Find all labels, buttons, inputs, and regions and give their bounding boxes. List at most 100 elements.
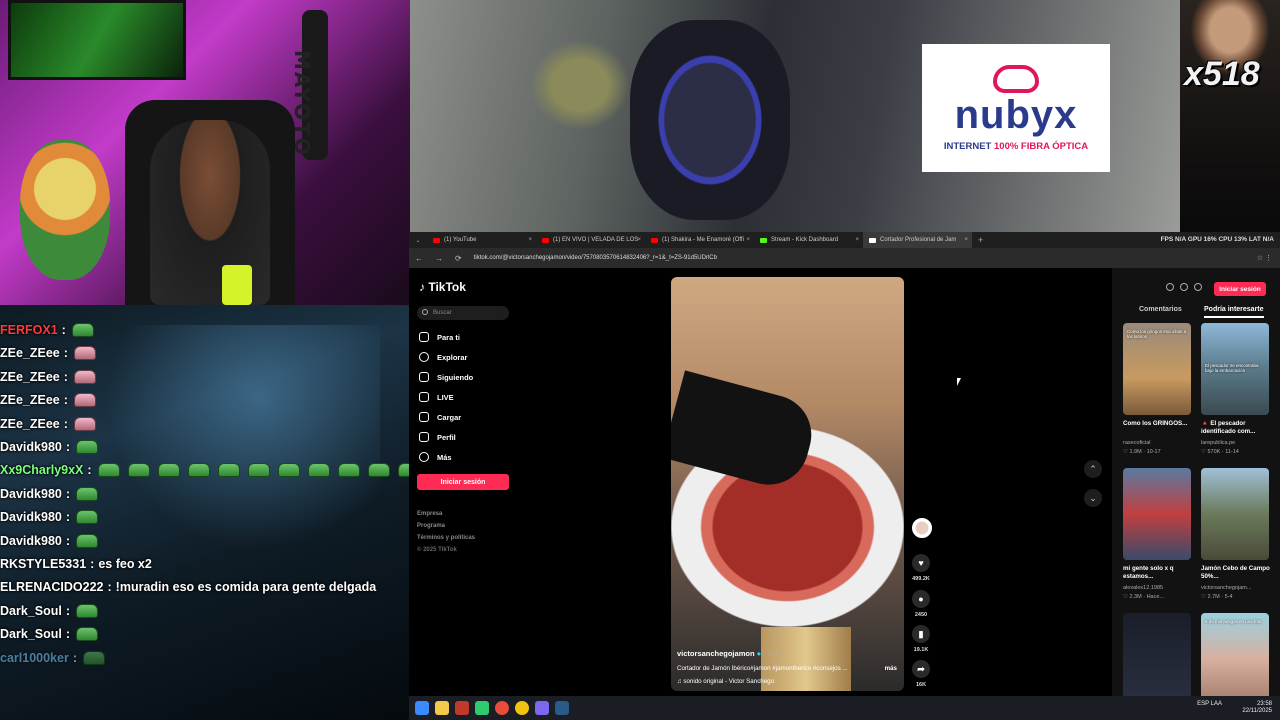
device-icon[interactable] [1180, 283, 1188, 291]
forward-icon[interactable]: → [435, 254, 443, 263]
recommended-author[interactable]: rasecoficial [1123, 440, 1195, 446]
recommended-thumbnail[interactable]: 5 de mis amigos en una foto [1201, 613, 1269, 705]
video-author[interactable]: victorsanchegojamon ● · 11-6 [677, 649, 782, 658]
sidebar-item-cargar[interactable]: Cargar [419, 412, 461, 422]
sidebar-item-más[interactable]: Más [419, 452, 452, 462]
bookmark-icon[interactable]: ▮ [912, 625, 930, 643]
search-input[interactable]: Buscar [417, 306, 509, 320]
sidebar-item-explorar[interactable]: Explorar [419, 352, 467, 362]
footer-link[interactable]: Programa [417, 523, 445, 529]
chat-text: es feo x2 [98, 557, 152, 571]
back-icon[interactable]: ← [415, 254, 423, 263]
recommended-author[interactable]: alexalex12.1985 [1123, 585, 1195, 591]
tab-comments[interactable]: Comentarios [1139, 306, 1182, 313]
chat-username[interactable]: ZEe_ZEee [0, 370, 60, 384]
share-action[interactable]: ➦ 16K [912, 660, 930, 688]
recommended-thumbnail[interactable] [1123, 468, 1191, 560]
chat-username[interactable]: Dark_Soul [0, 627, 62, 641]
media-icon[interactable] [475, 701, 489, 715]
sidebar-item-siguiendo[interactable]: Siguiendo [419, 372, 473, 382]
sidebar-item-para-ti[interactable]: Para ti [419, 332, 460, 342]
chat-username[interactable]: ZEe_ZEee [0, 393, 60, 407]
reload-icon[interactable]: ⟳ [455, 254, 462, 263]
recommended-thumbnail[interactable] [1201, 468, 1269, 560]
recommended-thumbnail[interactable]: Como los gringos escuchan a los latinos [1123, 323, 1191, 415]
language-indicator[interactable]: ESP LAA [1197, 701, 1222, 708]
recommended-caption[interactable]: Jamón Cebo de Campo 50%... [1201, 565, 1273, 581]
browser-tab[interactable]: (1) YouTube × [427, 232, 536, 248]
chat-emote [73, 416, 96, 431]
recommended-thumbnail[interactable] [1123, 613, 1191, 705]
close-icon[interactable]: × [637, 237, 641, 243]
chat-username[interactable]: Dark_Soul [0, 604, 62, 618]
chrome-icon[interactable] [515, 701, 529, 715]
chat-message: ZEe_ZEee: [0, 413, 98, 435]
close-icon[interactable]: × [746, 237, 750, 243]
footer-link[interactable]: Empresa [417, 511, 442, 517]
sidebar-item-perfil[interactable]: Perfil [419, 432, 456, 442]
nav-icon [419, 332, 429, 342]
heart-icon[interactable]: ♥ [912, 554, 930, 572]
previous-video-button[interactable]: ⌃ [1084, 460, 1102, 478]
windows-start-icon[interactable] [415, 701, 429, 715]
chat-username[interactable]: ZEe_ZEee [0, 346, 60, 360]
sidebar-item-live[interactable]: LIVE [419, 392, 454, 402]
system-clock[interactable]: 23:58 22/11/2025 [1242, 701, 1272, 715]
comment-icon[interactable]: ● [912, 590, 930, 608]
chat-username[interactable]: Xx9Charly9xX [0, 463, 83, 477]
tab-list-icon[interactable]: ⌄ [409, 237, 427, 244]
next-video-button[interactable]: ⌄ [1084, 489, 1102, 507]
download-icon[interactable] [1194, 283, 1202, 291]
author-avatar[interactable] [912, 518, 932, 538]
recommended-author[interactable]: larepublica.pe [1201, 440, 1273, 446]
capture-icon[interactable] [495, 701, 509, 715]
recommended-thumbnail[interactable]: El pescador se encontraba bajo la embarc… [1201, 323, 1269, 415]
recommended-caption[interactable]: mi gente solo x q estamos... [1123, 565, 1195, 581]
chat-separator: : [65, 603, 71, 618]
recommended-caption[interactable]: 🔺 El pescador identificado com... [1201, 420, 1273, 436]
video-player[interactable]: victorsanchegojamon ● · 11-6 Cortador de… [671, 277, 904, 691]
more-link[interactable]: más [885, 665, 897, 672]
chat-username[interactable]: RKSTYLE5331 [0, 557, 86, 571]
new-tab-button[interactable]: + [978, 235, 983, 245]
save-action[interactable]: ▮ 19.1K [912, 625, 930, 653]
chat-message: Davidk980: [0, 483, 100, 505]
browser-tab[interactable]: Cortador Profesional de Jam × [863, 232, 972, 248]
tab-recommended[interactable]: Podría interesarte [1204, 306, 1264, 318]
video-sound[interactable]: ♫ sonido original - Victor Sanchego [677, 678, 774, 685]
browser-tab[interactable]: (1) Shakira - Me Enamoré (Offi × [645, 232, 754, 248]
browser-tab[interactable]: (1) EN VIVO | VELADA DE LOS × [536, 232, 645, 248]
recommended-author[interactable]: victorsanchegojam... [1201, 585, 1273, 591]
close-icon[interactable]: × [855, 237, 859, 243]
like-action[interactable]: ♥ 499.2K [912, 554, 930, 582]
chat-username[interactable]: Davidk980 [0, 440, 62, 454]
url-text[interactable]: tiktok.com/@victorsanchegojamon/video/75… [474, 255, 717, 261]
sidebar-item-label: LIVE [437, 392, 454, 402]
footer-link[interactable]: Términos y políticas [417, 535, 475, 541]
chat-separator: : [65, 533, 71, 548]
chat-username[interactable]: Davidk980 [0, 534, 62, 548]
chat-username[interactable]: carl1000ker [0, 651, 69, 665]
app-icon[interactable] [455, 701, 469, 715]
close-icon[interactable]: × [964, 237, 968, 243]
settings-icon[interactable] [1166, 283, 1174, 291]
chat-username[interactable]: ZEe_ZEee [0, 417, 60, 431]
login-button-right[interactable]: Iniciar sesión [1214, 282, 1266, 296]
file-explorer-icon[interactable] [435, 701, 449, 715]
bookmark-star-icon[interactable]: ☆ ⋮ [1257, 254, 1272, 262]
recommended-caption[interactable]: Como los GRINGOS... [1123, 420, 1195, 428]
chat-username[interactable]: Davidk980 [0, 487, 62, 501]
steam-icon[interactable] [555, 701, 569, 715]
sponsor-tagline: INTERNET 100% FIBRA ÓPTICA [943, 140, 1089, 152]
discord-icon[interactable] [535, 701, 549, 715]
login-button[interactable]: Iniciar sesión [417, 474, 509, 490]
browser-tab[interactable]: Stream - Kick Dashboard × [754, 232, 863, 248]
performance-stats: FPS N/A GPU 16% CPU 13% LAT N/A [1160, 236, 1274, 243]
close-icon[interactable]: × [528, 237, 532, 243]
chat-username[interactable]: FERFOX1 [0, 323, 58, 337]
comment-action[interactable]: ● 2450 [912, 590, 930, 618]
chat-username[interactable]: Davidk980 [0, 510, 62, 524]
chat-username[interactable]: ELRENACIDO222 [0, 580, 104, 594]
share-icon[interactable]: ➦ [912, 660, 930, 678]
tiktok-logo[interactable]: ♪ TikTok [419, 280, 466, 294]
